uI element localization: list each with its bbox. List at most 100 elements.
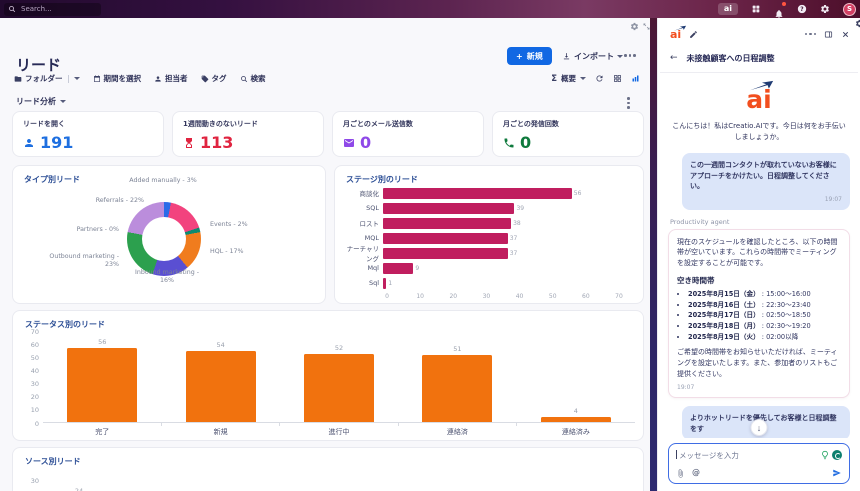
donut-segment-label: Added manually - 3% [125,177,201,185]
kpi-tile[interactable]: 月ごとの発信回数 0 [492,111,644,157]
status-bar [541,417,611,422]
dashboard-view-icon[interactable] [631,74,640,83]
text-cursor [676,450,677,459]
kpi-value: 0 [343,133,473,152]
leads-by-type-card: タイプ別リード Added manually - 3%Events - 2%HQ… [12,165,326,304]
ai-more-button[interactable] [805,33,817,36]
new-chat-icon[interactable] [689,30,698,39]
donut-chart [127,202,201,276]
help-icon[interactable]: ? [797,4,807,14]
leads-by-status-card: ステータス別のリード 706050403020100 565452514 完了新… [12,310,644,441]
stage-bar-row: SQL39 [343,202,619,214]
summary-selector[interactable]: Σ [551,74,557,84]
stage-bar [383,278,386,289]
agent-message: 現在のスケジュールを確認したところ、以下の時間帯が空いています。これらの時間帯で… [668,229,850,398]
new-button[interactable]: + 新規 [507,47,552,65]
chat-area[interactable]: ai こんにちは！私はCreatio.AIです。今日は何をお手伝いしましょうか。… [658,73,860,438]
view-controls: Σ 概要 [551,73,640,84]
stage-bar-row: ナーチャリング37 [343,247,619,259]
donut-segment-label: Partners - 0% [45,226,119,234]
kpi-value: 0 [503,133,633,152]
kpi-label: 月ごとの発信回数 [503,119,633,129]
stage-bar-row: ロスト38 [343,217,619,229]
status-bar-slot: 51 [398,331,516,422]
global-search[interactable] [4,3,101,16]
folder-icon [14,75,22,83]
tiles-view-icon[interactable] [613,74,622,83]
chevron-down-icon [74,77,80,80]
folder-filter[interactable]: フォルダー [14,73,80,84]
kpi-value: 191 [23,133,153,152]
import-icon [562,52,571,61]
creatio-ai-logo-large: ai [736,87,782,113]
status-bar-slot: 4 [517,331,635,422]
refresh-icon[interactable] [595,74,604,83]
summary-label[interactable]: 概要 [561,73,576,84]
user-avatar[interactable]: S [843,3,856,16]
import-button[interactable]: インポート [556,50,629,63]
back-arrow-icon[interactable]: ← [670,54,678,63]
donut-segment-label: HQL - 17% [210,248,243,256]
leads-by-stage-card: ステージ別のリード 商談化56SQL39ロスト38MQL37ナーチャリング37M… [334,165,644,304]
creatio-ai-logo: ai [670,29,681,40]
notifications-button[interactable] [774,4,784,14]
chevron-down-icon [60,100,66,103]
status-bar [67,348,137,422]
search-input[interactable] [19,4,89,14]
section-header[interactable]: リード分析 [16,96,66,107]
dashboard-settings-icon[interactable] [630,22,639,31]
more-actions-button[interactable] [624,54,636,57]
filter-bar: フォルダー 期間を選択 担当者 タグ 検索 [14,73,266,84]
copilot-status-icon[interactable] [832,450,842,460]
ai-greeting: こんにちは！私はCreatio.AIです。今日は何をお手伝いしましょうか。 [670,121,848,143]
thread-title: 未接触顧客への日程調整 [687,53,775,64]
mention-icon[interactable]: @ [692,469,700,477]
lightbulb-icon[interactable] [820,450,830,460]
plus-icon: + [516,52,523,61]
ai-assistant-panel: ai ← 未接触顧客への日程調整 ai こんにちは！私はCreatio.AIです… [657,18,860,491]
kpi-tile[interactable]: 月ごとのメール送信数0 [332,111,484,157]
time-slot-item: 2025年8月16日（土） : 22:30～23:40 [688,300,841,311]
kpi-tile[interactable]: 1週間動きのないリード113 [172,111,324,157]
scroll-down-button[interactable]: ↓ [751,419,768,436]
envelope-icon [343,137,355,149]
stage-bar-row: 商談化56 [343,187,619,199]
section-title: リード分析 [16,96,56,107]
tag-icon [201,75,209,83]
tag-filter[interactable]: タグ [201,73,227,84]
time-slot-item: 2025年8月19日（火） : 02:00以降 [688,332,841,343]
apps-grid-icon[interactable] [751,4,761,14]
search-filter[interactable]: 検索 [240,73,266,84]
send-icon[interactable] [832,468,842,478]
dock-panel-icon[interactable] [824,30,833,39]
search-icon [8,5,16,13]
period-filter[interactable]: 期間を選択 [93,73,142,84]
owner-filter[interactable]: 担当者 [154,73,188,84]
status-bar-slot: 52 [280,331,398,422]
stage-bar-row: Sql1 [343,277,619,289]
expand-icon[interactable] [642,22,650,31]
stage-bar [383,188,572,199]
settings-icon[interactable] [820,4,830,14]
ai-panel-header: ai [658,18,860,44]
kpi-tile[interactable]: リードを開く191 [12,111,164,157]
panel-settings-icon[interactable] [855,19,860,28]
hourglass-icon [183,137,195,149]
status-bar-slot: 56 [43,331,161,422]
chart-title: ソース別リード [25,456,81,467]
stage-bar [383,263,413,274]
thread-header: ← 未接触顧客への日程調整 [658,44,860,72]
time-slot-item: 2025年8月18日（月） : 02:30～19:20 [688,321,841,332]
agent-label: Productivity agent [670,218,850,226]
donut-segment-label: Outbound marketing - 23% [39,253,119,269]
attach-file-icon[interactable] [676,469,685,478]
message-input[interactable]: メッセージを入力 @ [668,443,850,484]
ai-assistant-toggle[interactable]: ai [718,3,738,15]
status-bar [186,351,256,422]
section-more-button[interactable] [627,97,630,109]
calendar-icon [93,75,101,83]
notification-dot [782,2,786,6]
chart-title: タイプ別リード [24,174,80,185]
close-icon[interactable] [841,30,850,39]
stage-bar [383,218,511,229]
